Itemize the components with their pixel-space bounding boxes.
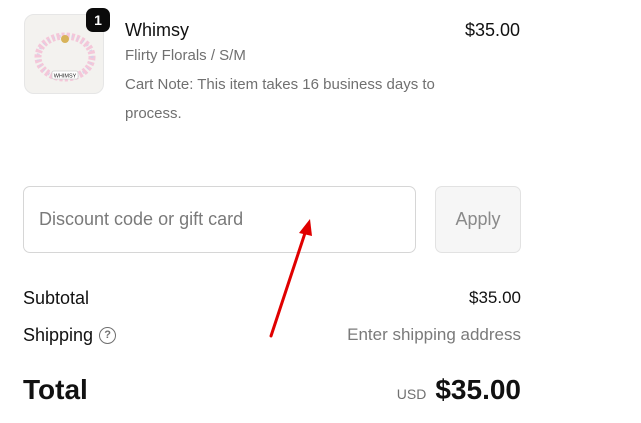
subtotal-value: $35.00 [469,288,521,307]
currency-code: USD [396,386,427,402]
total-label: Total [23,374,88,405]
subtotal-label: Subtotal [23,288,90,308]
shipping-value: Enter shipping address [347,325,521,344]
product-name: Whimsy [125,20,189,40]
total-value: $35.00 [435,374,521,405]
shipping-label: Shipping [23,325,94,345]
product-price: $35.00 [464,20,520,40]
total-amount: USD $35.00 [397,374,521,406]
cart-note: Cart Note: This item takes 16 business d… [125,76,435,122]
help-icon[interactable]: ? [99,327,117,344]
product-variant: Flirty Florals / S/M [125,47,246,64]
quantity-badge: 1 [86,8,110,32]
svg-text:WHIMSY: WHIMSY [54,74,77,80]
shipping-row-label: Shipping ? [23,325,117,346]
discount-code-input[interactable] [23,186,416,253]
apply-discount-button[interactable]: Apply [435,186,521,253]
